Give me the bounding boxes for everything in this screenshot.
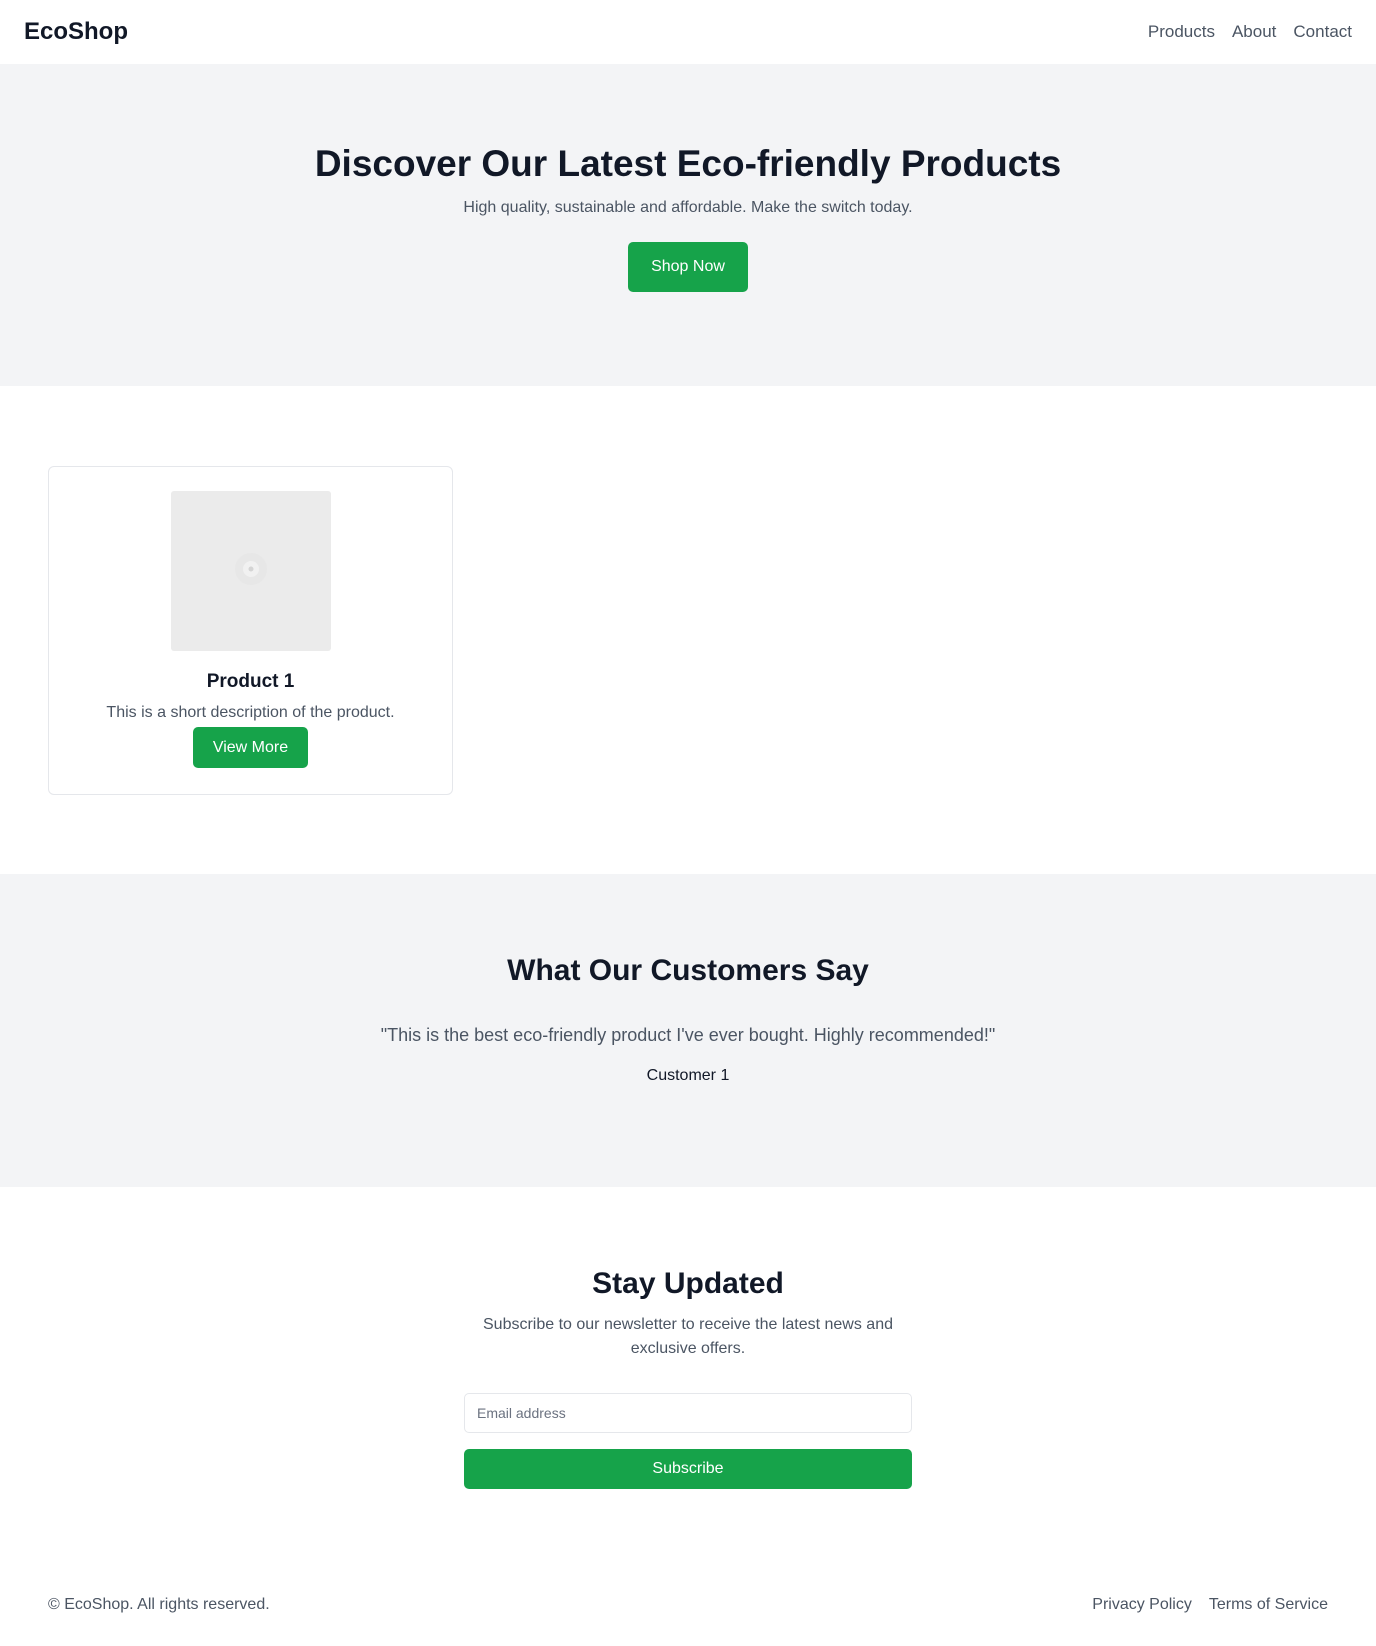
hero-section: Discover Our Latest Eco-friendly Product… [0, 64, 1376, 386]
nav-link-about[interactable]: About [1232, 22, 1276, 42]
product-image [170, 491, 331, 651]
product-description: This is a short description of the produ… [106, 704, 395, 721]
terms-of-service-link[interactable]: Terms of Service [1209, 1596, 1328, 1614]
brand-logo[interactable]: EcoShop [24, 18, 128, 46]
testimonials-section: What Our Customers Say "This is the best… [0, 874, 1376, 1187]
product-card: Product 1 This is a short description of… [48, 466, 453, 795]
site-footer: © EcoShop. All rights reserved. Privacy … [0, 1564, 1376, 1646]
privacy-policy-link[interactable]: Privacy Policy [1092, 1596, 1192, 1614]
testimonial-author: Customer 1 [646, 1067, 730, 1084]
footer-links: Privacy Policy Terms of Service [1092, 1596, 1328, 1614]
nav-link-products[interactable]: Products [1148, 22, 1215, 42]
testimonials-title: What Our Customers Say [507, 954, 869, 987]
newsletter-text: Subscribe to our newsletter to receive t… [483, 1316, 893, 1357]
shop-now-button[interactable]: Shop Now [628, 242, 748, 293]
view-more-button[interactable]: View More [193, 727, 308, 768]
subscribe-button[interactable]: Subscribe [464, 1449, 912, 1489]
nav-link-contact[interactable]: Contact [1293, 22, 1352, 42]
newsletter-section: Stay Updated Subscribe to our newsletter… [0, 1187, 1376, 1564]
email-input[interactable] [464, 1393, 912, 1433]
site-header: EcoShop Products About Contact [0, 0, 1376, 64]
testimonial-quote: "This is the best eco-friendly product I… [380, 1025, 996, 1045]
hero-title: Discover Our Latest Eco-friendly Product… [314, 143, 1062, 184]
products-section: Product 1 This is a short description of… [0, 386, 1376, 874]
product-title: Product 1 [206, 671, 295, 692]
newsletter-title: Stay Updated [592, 1267, 784, 1300]
main-nav: Products About Contact [1148, 22, 1352, 42]
copyright-text: © EcoShop. All rights reserved. [48, 1596, 270, 1613]
hero-subtitle: High quality, sustainable and affordable… [463, 199, 913, 217]
image-placeholder-icon [233, 551, 269, 592]
